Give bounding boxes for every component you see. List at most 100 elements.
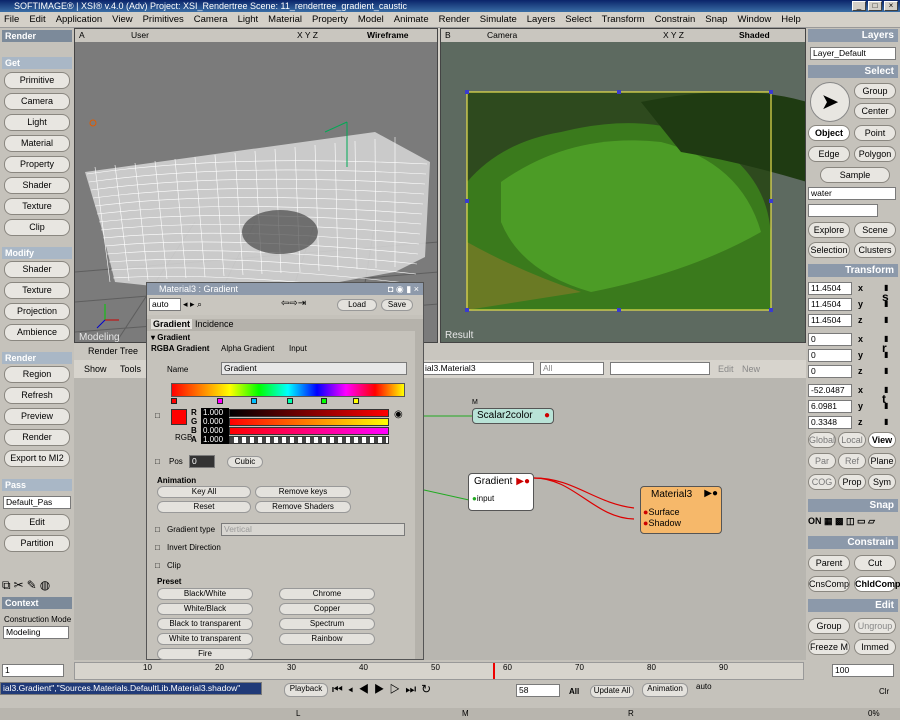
bbox-handle[interactable] — [465, 90, 469, 94]
pos-input[interactable]: 0 — [189, 455, 215, 468]
menu-select[interactable]: Select — [565, 14, 591, 25]
gradient-key-marker[interactable] — [287, 398, 293, 404]
remove-shaders-button[interactable]: Remove Shaders — [255, 501, 351, 513]
tool-material-button[interactable]: Material — [4, 135, 70, 152]
ref-sym-button[interactable]: Sym — [868, 474, 896, 490]
scalar2color-node[interactable]: Scalar2color ● — [472, 408, 554, 424]
tool-shader-button[interactable]: Shader — [4, 177, 70, 194]
key-all-button[interactable]: Key All — [157, 486, 251, 498]
shader-dropdown[interactable] — [610, 362, 710, 375]
preset-rainbow-button[interactable]: Rainbow — [279, 633, 375, 645]
close-button[interactable]: × — [884, 1, 898, 11]
ppg-nav-icons[interactable]: ⇦⇨⇥ — [281, 298, 306, 309]
color-swatch[interactable] — [171, 409, 187, 425]
constrain-parent-button[interactable]: Parent — [808, 555, 850, 571]
channel-b-value[interactable]: 0.000 — [201, 426, 229, 435]
explore-selection-button[interactable]: Selection — [808, 242, 850, 258]
menu-transform[interactable]: Transform — [602, 14, 645, 25]
filter-dropdown[interactable]: All — [540, 362, 604, 375]
preset-chrome-button[interactable]: Chrome — [279, 588, 375, 600]
playback-button[interactable]: Playback — [284, 683, 328, 697]
tool-texture-button[interactable]: Texture — [4, 282, 70, 299]
shadow-port[interactable]: ●Shadow — [643, 518, 681, 528]
show-menu[interactable]: Show — [84, 364, 107, 374]
new-button[interactable]: New — [742, 364, 760, 374]
sphere-icon[interactable]: ◍ — [40, 578, 50, 594]
preset-white-black-button[interactable]: White/Black — [157, 603, 253, 615]
save-button[interactable]: Save — [381, 299, 413, 311]
preset-copper-button[interactable]: Copper — [279, 603, 375, 615]
tab-gradient[interactable]: Gradient — [151, 319, 193, 329]
tool-texture-button[interactable]: Texture — [4, 198, 70, 215]
animate-icon[interactable]: ◉ — [394, 409, 403, 420]
lock-icon[interactable]: ▮ — [884, 401, 888, 410]
bbox-handle[interactable] — [769, 90, 773, 94]
menu-simulate[interactable]: Simulate — [480, 14, 517, 25]
explore-clusters-button[interactable]: Clusters — [854, 242, 896, 258]
pos-checkbox[interactable]: □ — [155, 457, 160, 466]
gradient-node[interactable]: Gradient ▶● ●input — [468, 473, 534, 511]
transform-s-x-field[interactable]: 11.4504 — [808, 282, 852, 295]
menu-animate[interactable]: Animate — [394, 14, 429, 25]
output-port-icon[interactable]: ● — [544, 410, 550, 421]
transform-s-z-field[interactable]: 11.4504 — [808, 314, 852, 327]
end-frame-field[interactable]: 100 — [832, 664, 894, 677]
ref-local-button[interactable]: Local — [838, 432, 866, 448]
gradient-key-marker[interactable] — [353, 398, 359, 404]
viewport-letter-b[interactable]: B — [445, 29, 451, 42]
invert-checkbox[interactable]: □ — [155, 543, 160, 552]
ppg-titlebar[interactable]: Material3 : Gradient ◘ ◉ ▮ × — [147, 283, 423, 295]
explore-scene-button[interactable]: Scene — [854, 222, 896, 238]
select-edge-button[interactable]: Edge — [808, 146, 850, 162]
tool-camera-button[interactable]: Camera — [4, 93, 70, 110]
tool-clip-button[interactable]: Clip — [4, 219, 70, 236]
menu-window[interactable]: Window — [737, 14, 771, 25]
edit-ungroup-button[interactable]: Ungroup — [854, 618, 896, 634]
tool-ambience-button[interactable]: Ambience — [4, 324, 70, 341]
ref-ref-button[interactable]: Ref — [838, 453, 866, 469]
rgba-checkbox[interactable]: □ — [155, 411, 160, 420]
edit-immed-button[interactable]: Immed — [854, 639, 896, 655]
ref-plane-button[interactable]: Plane — [868, 453, 896, 469]
subtab-rgba-gradient[interactable]: RGBA Gradient — [151, 344, 209, 353]
gradient-key-marker[interactable] — [171, 398, 177, 404]
preset-black-white-button[interactable]: Black/White — [157, 588, 253, 600]
bbox-handle[interactable] — [465, 308, 469, 312]
tool-primitive-button[interactable]: Primitive — [4, 72, 70, 89]
surface-port[interactable]: ●Surface — [643, 507, 679, 517]
clear-button[interactable]: Clr — [879, 687, 889, 696]
ref-par-button[interactable]: Par — [808, 453, 836, 469]
select-polygon-button[interactable]: Polygon — [854, 146, 896, 162]
lock-icon[interactable]: ▮ — [884, 417, 888, 426]
clip-checkbox[interactable]: □ — [155, 561, 160, 570]
toolbar-header[interactable]: Render — [2, 30, 72, 42]
select-object-button[interactable]: Object — [808, 125, 850, 141]
gradient-output-icon[interactable]: ▶● — [516, 476, 530, 487]
ppg-scrollbar[interactable] — [415, 319, 423, 659]
gradient-key-marker[interactable] — [321, 398, 327, 404]
menu-application[interactable]: Application — [56, 14, 102, 25]
viewport-axes[interactable]: X Y Z — [297, 29, 318, 42]
update-all-button[interactable]: Update All — [590, 685, 634, 698]
constrain-cnscomp-button[interactable]: CnsComp — [808, 576, 850, 592]
lock-icon[interactable]: ▮ — [884, 350, 888, 359]
tool-export-to-mi2-button[interactable]: Export to MI2 — [4, 450, 70, 467]
remove-keys-button[interactable]: Remove keys — [255, 486, 351, 498]
paint-icon[interactable]: ✎ — [27, 578, 37, 594]
tool-render-button[interactable]: Render — [4, 429, 70, 446]
tools-menu[interactable]: Tools — [120, 364, 141, 374]
lock-icon[interactable]: ▮ — [884, 315, 888, 324]
channel-r-slider[interactable] — [229, 409, 389, 417]
auto-dropdown[interactable]: auto — [149, 298, 181, 311]
tool-shader-button[interactable]: Shader — [4, 261, 70, 278]
tool-region-button[interactable]: Region — [4, 366, 70, 383]
transform-s-y-field[interactable]: 11.4504 — [808, 298, 852, 311]
channel-b-slider[interactable] — [229, 427, 389, 435]
tool-edit-button[interactable]: Edit — [4, 514, 70, 531]
select-name-field[interactable]: water — [808, 187, 896, 200]
ref-cog-button[interactable]: COG — [808, 474, 836, 490]
select-arrow-icon[interactable]: ➤ — [810, 82, 850, 122]
explore-explore-button[interactable]: Explore — [808, 222, 850, 238]
bbox-handle[interactable] — [617, 308, 621, 312]
menu-camera[interactable]: Camera — [194, 14, 228, 25]
